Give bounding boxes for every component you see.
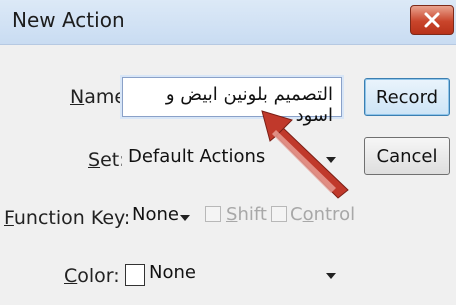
set-select[interactable]: Default Actions	[122, 142, 344, 178]
chevron-down-icon	[326, 157, 336, 163]
close-button[interactable]	[410, 5, 454, 35]
shift-label: Shift	[226, 204, 267, 225]
title-bar: New Action	[0, 0, 456, 45]
chevron-down-icon	[326, 273, 336, 279]
function-key-select[interactable]: None	[128, 200, 194, 236]
control-checkbox[interactable]	[271, 206, 287, 222]
color-select[interactable]: None	[122, 258, 344, 294]
color-label: Color:	[64, 265, 120, 287]
new-action-dialog: New Action Name: التصميم بلونين ابيض و ا…	[0, 0, 456, 305]
function-key-value: None	[132, 204, 179, 225]
color-value: None	[149, 262, 196, 283]
window-title: New Action	[12, 8, 125, 32]
cancel-button[interactable]: Cancel	[364, 137, 450, 175]
close-icon	[424, 12, 440, 28]
control-label: Control	[290, 204, 356, 225]
name-input[interactable]: التصميم بلونين ابيض و اسود	[122, 77, 342, 126]
set-label: Set:	[88, 149, 126, 171]
shift-checkbox[interactable]	[205, 206, 221, 222]
record-button[interactable]: Record	[364, 78, 450, 116]
set-value: Default Actions	[128, 146, 266, 167]
function-key-label: Function Key:	[4, 207, 131, 229]
color-swatch	[125, 264, 145, 286]
chevron-down-icon	[180, 215, 190, 221]
